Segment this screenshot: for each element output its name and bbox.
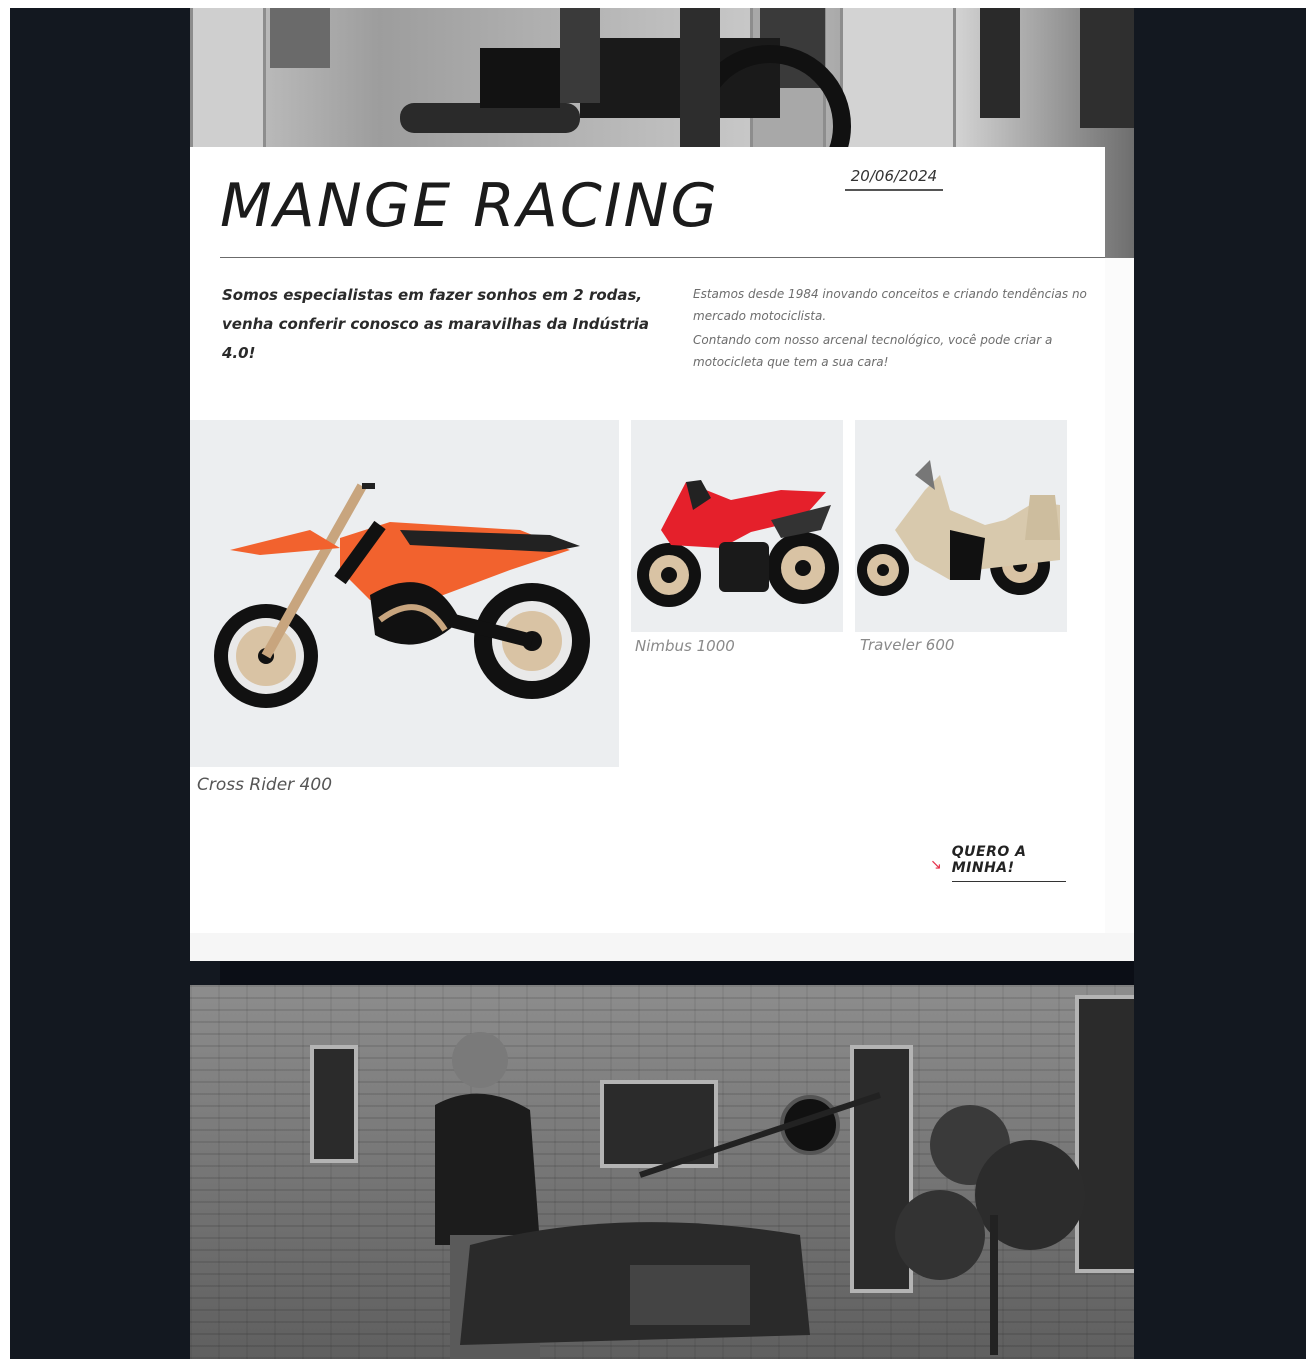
page-title: MANGE RACING [220, 171, 719, 241]
hero-bottom-photo [190, 985, 1134, 1359]
rider-with-motorcycle [435, 1032, 881, 1359]
section-divider [220, 961, 1134, 985]
cta-link[interactable]: ↘ QUERO A MINHA! [930, 844, 1066, 882]
slogan-line-1: Somos especialistas em fazer sonhos em 2… [222, 286, 643, 304]
touring-bike-illustration [857, 460, 1060, 596]
product-name-cross-rider[interactable]: Cross Rider 400 [197, 775, 332, 795]
header-divider [220, 257, 1105, 258]
sport-bike-illustration [637, 480, 839, 607]
about-paragraph-2: Contando com nosso arcenal tecnológico, … [693, 333, 1053, 369]
about-text: Estamos desde 1984 inovando conceitos e … [693, 283, 1113, 375]
window-top-border [0, 0, 1306, 8]
publish-date: 20/06/2024 [845, 167, 943, 191]
product-name-nimbus[interactable]: Nimbus 1000 [635, 637, 735, 655]
product-image-nimbus[interactable] [631, 420, 843, 632]
arrow-down-right-icon: ↘ [930, 856, 942, 873]
content-card: MANGE RACING 20/06/2024 Somos especialis… [190, 147, 1105, 933]
product-name-traveler[interactable]: Traveler 600 [860, 636, 954, 654]
window-left-border [0, 0, 10, 1359]
product-image-cross-rider[interactable] [190, 420, 619, 767]
product-image-traveler[interactable] [855, 420, 1067, 632]
slogan: Somos especialistas em fazer sonhos em 2… [222, 281, 662, 368]
cta-label[interactable]: QUERO A MINHA! [951, 844, 1066, 882]
about-paragraph-1: Estamos desde 1984 inovando conceitos e … [693, 287, 1087, 323]
slogan-line-2: venha conferir conosco as maravilhas da … [222, 315, 649, 362]
tree [895, 1105, 1085, 1355]
dirt-bike-illustration [214, 483, 590, 708]
card-bottom-band [190, 933, 1134, 961]
